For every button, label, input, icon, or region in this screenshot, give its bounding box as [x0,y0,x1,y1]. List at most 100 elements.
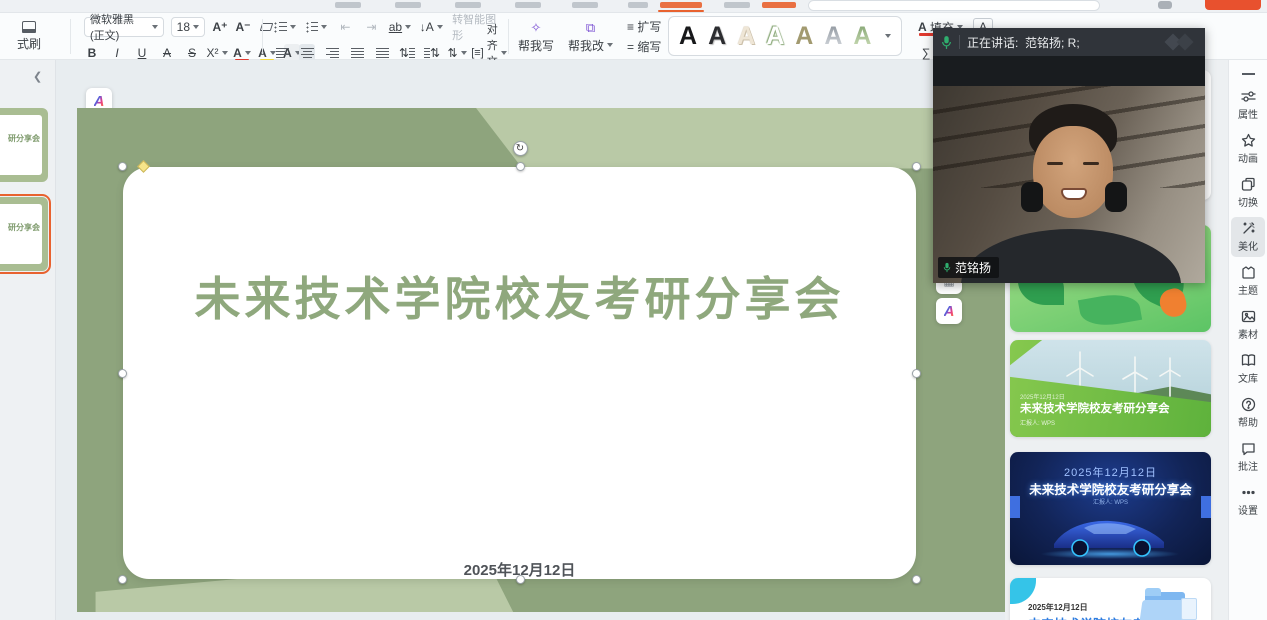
person-eye [1083,162,1099,165]
menu-tab[interactable] [628,2,648,8]
ai-write-button[interactable]: ✧ 帮我写 [518,20,554,54]
resize-handle-ne[interactable] [912,162,921,171]
ai-condense-button[interactable]: = 缩写 [627,38,661,55]
rail-item-animation[interactable]: 动画 [1231,129,1265,169]
slide-editing-area[interactable]: 未来技术学院校友考研分享会 2025年12月12日 ↻ [77,108,1005,612]
change-case-button[interactable]: ab [389,18,410,36]
text-direction-button[interactable]: ↓A [420,18,442,36]
slide-thumbnail-2-selected[interactable]: 研分享会 [0,197,48,271]
template-card-windfarm[interactable]: 2025年12月12日 未来技术学院校友考研分享会 汇报人: WPS [1010,340,1211,437]
template-date: 2025年12月12日 [1028,602,1088,613]
title-card-shape[interactable]: 未来技术学院校友考研分享会 2025年12月12日 ↻ [123,167,916,579]
rail-item-transition[interactable]: 切换 [1231,173,1265,213]
template-card-doc[interactable]: 2025年12月12日 未来技术学院校友考研分享会 [1010,578,1211,620]
resize-handle-n[interactable] [516,162,525,171]
resize-handle-nw[interactable] [118,162,127,171]
format-painter-label: 式刷 [17,35,41,52]
menu-tab[interactable] [335,2,361,8]
art-style-5[interactable]: A [795,24,813,49]
rail-item-help[interactable]: 帮助 [1231,393,1265,433]
headphone-earcup [1105,182,1127,212]
rail-item-theme[interactable]: 主题 [1231,261,1265,301]
font-name-select[interactable]: 微软雅黑 (正文) [84,17,164,37]
menu-tab[interactable] [762,2,796,8]
grow-font-button[interactable]: A⁺ [212,18,228,36]
template-title: 未来技术学院校友考研分享会 [1020,400,1170,416]
menu-tab[interactable] [724,2,750,8]
menu-tab[interactable] [395,2,421,8]
template-presenter: 汇报人: WPS [1020,418,1055,427]
menu-tab[interactable] [455,2,481,8]
resize-handle-e[interactable] [912,369,921,378]
collapse-slides-panel-button[interactable]: ❮ [33,70,42,83]
collapse-rail-button[interactable] [1242,73,1255,75]
template-presenter: 汇报人: WPS [1010,497,1211,506]
clear-format-button[interactable] [258,18,274,36]
increase-indent-button[interactable]: ⇥ [363,18,379,36]
resize-handle-se[interactable] [912,575,921,584]
editing-canvas[interactable]: A 未来技术学院校友考研分享会 2025年12月12日 ↻ [57,60,1005,620]
rail-label: 属性 [1238,106,1258,121]
webcam-video[interactable]: 范铭扬 [933,56,1205,283]
dots-icon [1241,485,1256,500]
font-name-value: 微软雅黑 (正文) [90,11,149,43]
rail-label: 文库 [1238,370,1258,385]
art-style-2[interactable]: A [708,24,726,49]
gallery-more-button[interactable] [885,34,891,38]
folder-illustration [1139,588,1197,620]
menu-tab[interactable] [515,2,541,8]
rotate-handle[interactable]: ↻ [513,141,528,156]
rail-item-beautify[interactable]: 美化 [1231,217,1265,257]
art-style-7[interactable]: A [853,24,871,49]
format-painter-button[interactable]: 式刷 [4,13,54,60]
align-text-icon: [≡] [471,47,484,59]
right-tool-rail: 属性 动画 切换 美化 主题 素材 文库 帮助 [1228,60,1267,620]
ai-revise-button[interactable]: ⧉ 帮我改 [568,20,613,54]
art-style-6[interactable]: A [824,24,842,49]
ai-expand-button[interactable]: ≡ 扩写 [627,18,661,35]
divider [70,19,71,54]
resize-handle-s[interactable] [516,575,525,584]
format-painter-icon [22,21,36,33]
art-style-4[interactable]: A [766,24,784,49]
rail-item-comments[interactable]: 批注 [1231,437,1265,477]
search-input[interactable] [808,0,1100,11]
art-style-3[interactable]: A [737,24,755,49]
numbered-list-icon [306,22,319,33]
shrink-font-button[interactable]: A⁻ [235,18,251,36]
resize-handle-w[interactable] [118,369,127,378]
menu-tab-active[interactable] [660,2,702,8]
rail-item-settings[interactable]: 设置 [1231,481,1265,521]
menu-tab[interactable] [572,2,598,8]
ai-expand-condense: ≡ 扩写 = 缩写 [627,18,661,55]
resize-handle-sw[interactable] [118,575,127,584]
decrease-indent-button[interactable]: ⇤ [337,18,353,36]
video-call-overlay[interactable]: 正在讲话: 范铭扬; R; [933,28,1205,283]
rail-label: 设置 [1238,502,1258,517]
bullet-list-button[interactable] [274,18,296,36]
change-case-label: ab [389,20,402,34]
slide-title-text[interactable]: 未来技术学院校友考研分享会 [123,263,916,329]
rail-item-assets[interactable]: 素材 [1231,305,1265,345]
art-style-1[interactable]: A [679,24,697,49]
paragraph-group: ⇤ ⇥ ab ↓A 转智能图形 ⇅ ⇅ ⇅ [≡] 对齐文本 [274,13,504,60]
template-card-car[interactable]: 2025年12月12日 未来技术学院校友考研分享会 汇报人: WPS [1010,452,1211,565]
topbar-icon[interactable] [1158,1,1172,9]
wps-presentation-window: 式刷 微软雅黑 (正文) 18 A⁺ A⁻ B I U [0,0,1267,620]
slide-thumbnail-1[interactable]: 研分享会 [0,108,48,182]
template-date: 2025年12月12日 [1010,464,1211,480]
ai-revise-label: 帮我改 [568,37,604,54]
numbered-list-button[interactable] [306,18,328,36]
para-spacing-icon: ⇅ [430,46,440,60]
doc-sparkle-icon: ⧉ [586,20,595,36]
adjust-handle[interactable] [137,160,150,173]
wps-ai-float-button[interactable]: A [936,298,962,324]
person-face [1033,126,1113,218]
font-size-select[interactable]: 18 [171,17,205,37]
topbar-red-button[interactable] [1205,0,1261,10]
wps-ai-icon: A [944,303,955,320]
voice-banner: 正在讲话: 范铭扬; R; [933,28,1205,56]
rail-item-library[interactable]: 文库 [1231,349,1265,389]
rail-item-properties[interactable]: 属性 [1231,85,1265,125]
slide-thumbnail-2-preview: 研分享会 [0,204,42,264]
